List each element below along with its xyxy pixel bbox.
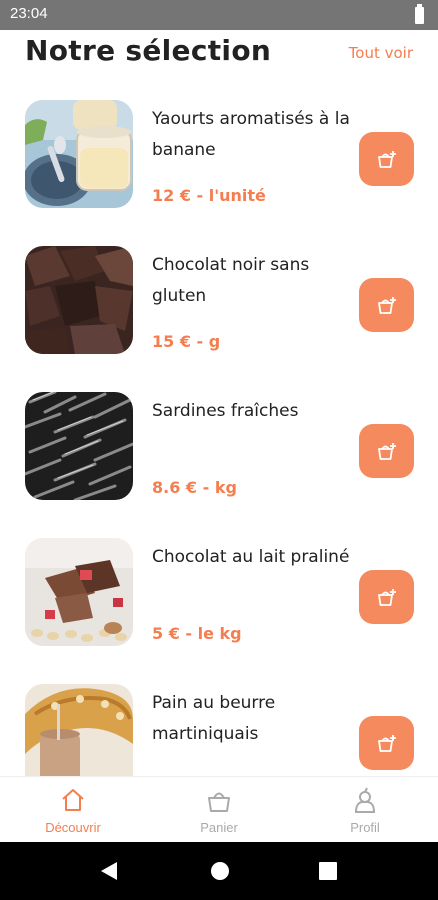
product-price: 15 € - g	[152, 332, 221, 351]
add-to-cart-button[interactable]	[359, 716, 414, 770]
add-to-cart-button[interactable]	[359, 278, 414, 332]
basket-icon	[208, 792, 230, 812]
page-title: Notre sélection	[25, 34, 272, 67]
product-item[interactable]: Pain au beurre martiniquais	[0, 664, 438, 776]
product-name: Chocolat au lait praliné	[152, 547, 350, 567]
basket-add-icon	[378, 443, 396, 460]
nav-item-discover[interactable]: Découvrir	[0, 777, 146, 843]
add-to-cart-button[interactable]	[359, 132, 414, 186]
add-to-cart-button[interactable]	[359, 570, 414, 624]
header: Notre sélection Tout voir	[0, 30, 438, 80]
back-icon[interactable]	[99, 861, 119, 881]
nav-label: Panier	[200, 820, 238, 835]
product-item[interactable]: Chocolat au lait praliné 5 € - le kg	[0, 518, 438, 664]
pear-icon	[354, 787, 376, 813]
product-image-praline-chocolate[interactable]	[25, 538, 133, 646]
product-price: 8.6 € - kg	[152, 478, 237, 497]
product-name: Chocolat noir sans gluten	[152, 255, 310, 306]
product-item[interactable]: Yaourts aromatisés à la banane 12 € - l'…	[0, 80, 438, 226]
product-item[interactable]: Chocolat noir sans gluten 15 € - g	[0, 226, 438, 372]
product-item[interactable]: Sardines fraîches 8.6 € - kg	[0, 372, 438, 518]
add-to-cart-button[interactable]	[359, 424, 414, 478]
battery-icon	[415, 4, 424, 24]
see-all-link[interactable]: Tout voir	[349, 44, 413, 62]
bottom-nav: Découvrir Panier Profil	[0, 776, 438, 843]
nav-label: Profil	[350, 820, 380, 835]
product-image-yogurt[interactable]	[25, 100, 133, 208]
status-bar: 23:04	[0, 0, 438, 30]
recents-icon[interactable]	[319, 862, 337, 880]
system-nav-bar	[0, 842, 438, 900]
home-button-icon[interactable]	[210, 861, 230, 881]
product-image-butter-bread[interactable]	[25, 684, 133, 776]
product-image-dark-chocolate[interactable]	[25, 246, 133, 354]
nav-item-profile[interactable]: Profil	[292, 777, 438, 843]
home-icon	[62, 789, 84, 811]
product-name: Pain au beurre martiniquais	[152, 693, 276, 744]
nav-label: Découvrir	[45, 820, 101, 835]
basket-add-icon	[378, 151, 396, 168]
nav-item-cart[interactable]: Panier	[146, 777, 292, 843]
product-price: 5 € - le kg	[152, 624, 242, 643]
product-name: Sardines fraîches	[152, 401, 299, 421]
basket-add-icon	[378, 589, 396, 606]
product-image-sardines[interactable]	[25, 392, 133, 500]
product-list[interactable]: Yaourts aromatisés à la banane 12 € - l'…	[0, 80, 438, 776]
status-time: 23:04	[10, 5, 48, 22]
product-name: Yaourts aromatisés à la banane	[152, 109, 350, 160]
product-price: 12 € - l'unité	[152, 186, 266, 205]
basket-add-icon	[378, 297, 396, 314]
basket-add-icon	[378, 735, 396, 752]
